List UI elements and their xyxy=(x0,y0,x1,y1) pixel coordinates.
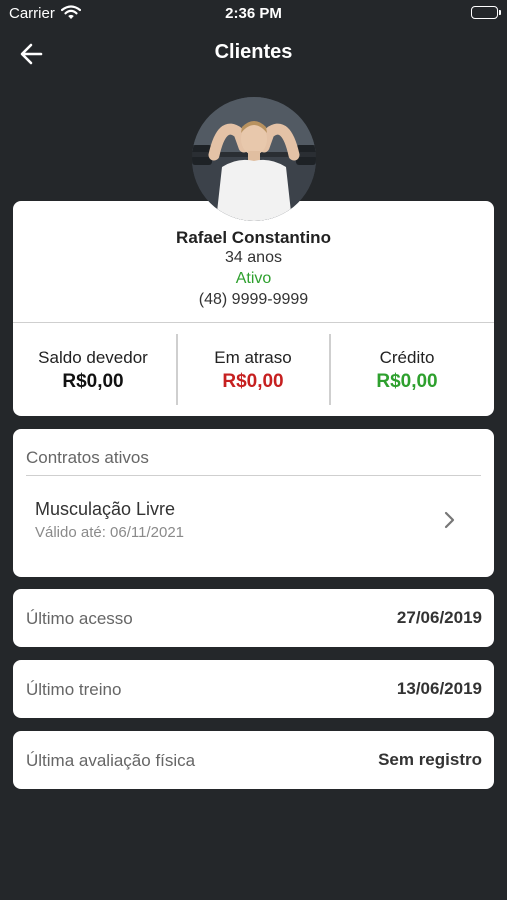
contracts-divider xyxy=(26,475,481,476)
active-contracts-card: Contratos ativos Musculação Livre Válido… xyxy=(13,429,494,577)
last-assessment-label: Última avaliação física xyxy=(26,751,196,770)
last-assessment-card: Última avaliação física Sem registro xyxy=(13,731,494,789)
balance-credit-label: Crédito xyxy=(379,348,435,367)
contract-item[interactable]: Musculação Livre Válido até: 06/11/2021 xyxy=(13,485,494,555)
nav-bar: Clientes xyxy=(0,28,507,78)
balance-overdue-label: Em atraso xyxy=(214,348,292,367)
balance-overdue-value: R$0,00 xyxy=(222,371,284,392)
contracts-header: Contratos ativos xyxy=(26,448,149,467)
chevron-right-icon xyxy=(442,509,458,531)
status-time: 2:36 PM xyxy=(225,5,282,22)
last-access-card: Último acesso 27/06/2019 xyxy=(13,589,494,647)
contract-valid-until: Válido até: 06/11/2021 xyxy=(35,524,185,541)
last-assessment-value: Sem registro xyxy=(378,750,482,769)
contract-name: Musculação Livre xyxy=(35,499,176,519)
last-workout-card: Último treino 13/06/2019 xyxy=(13,660,494,718)
balance-debt-value: R$0,00 xyxy=(62,371,124,392)
balance-credit: Crédito R$0,00 xyxy=(327,334,487,405)
last-access-label: Último acesso xyxy=(26,609,133,628)
balance-overdue: Em atraso R$0,00 xyxy=(173,334,333,405)
profile-divider xyxy=(13,322,494,323)
client-age: 34 anos xyxy=(225,249,282,266)
last-access-value: 27/06/2019 xyxy=(396,608,482,627)
last-workout-label: Último treino xyxy=(26,680,122,699)
battery-icon xyxy=(471,6,501,19)
last-workout-value: 13/06/2019 xyxy=(396,679,482,698)
page-title: Clientes xyxy=(214,41,293,63)
client-profile-card: Rafael Constantino 34 anos Ativo (48) 99… xyxy=(13,201,494,416)
client-status: Ativo xyxy=(235,270,272,287)
balance-debt: Saldo devedor R$0,00 xyxy=(13,334,173,405)
balance-credit-value: R$0,00 xyxy=(376,371,438,392)
avatar xyxy=(192,97,316,221)
client-phone[interactable]: (48) 9999-9999 xyxy=(13,291,494,309)
balance-debt-label: Saldo devedor xyxy=(38,348,148,367)
client-name: Rafael Constantino xyxy=(176,228,331,247)
status-bar: Carrier 2:36 PM xyxy=(0,0,507,28)
